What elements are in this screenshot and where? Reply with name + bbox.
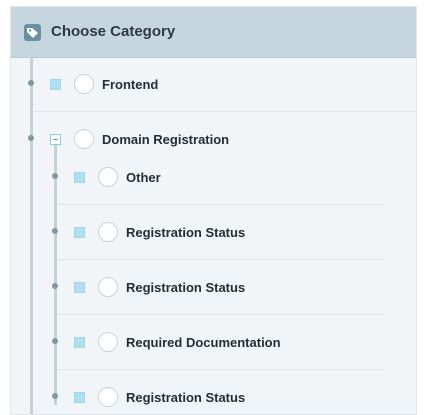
tree-node-dot (52, 283, 58, 289)
registration-status-radio[interactable] (98, 387, 118, 407)
tree-item-label: Registration Status (126, 280, 246, 295)
tree-item-label: Registration Status (126, 225, 246, 240)
required-documentation-radio[interactable] (98, 332, 118, 352)
panel-header: Choose Category (11, 7, 416, 58)
tree-item-label: Registration Status (126, 390, 246, 405)
row-divider (33, 111, 416, 112)
tree-item-label: Required Documentation (126, 335, 281, 350)
other-checkbox[interactable] (74, 172, 85, 183)
registration-status-radio[interactable] (98, 277, 118, 297)
row-divider (57, 259, 384, 260)
tree-node-dot (28, 135, 34, 141)
row-divider (57, 369, 384, 370)
row-divider (57, 314, 384, 315)
required-documentation-checkbox[interactable] (74, 337, 85, 348)
registration-status-checkbox[interactable] (74, 392, 85, 403)
domain-registration-radio[interactable] (74, 129, 94, 149)
tree-node-dot (52, 173, 58, 179)
registration-status-radio[interactable] (98, 222, 118, 242)
tree-line-children (54, 145, 57, 405)
frontend-radio[interactable] (74, 74, 94, 94)
other-radio[interactable] (98, 167, 118, 187)
tree-node-dot (52, 228, 58, 234)
tree-node-dot (52, 338, 58, 344)
row-divider (57, 204, 384, 205)
tree-node-dot (52, 393, 58, 399)
registration-status-checkbox[interactable] (74, 282, 85, 293)
panel-title: Choose Category (51, 23, 176, 40)
frontend-checkbox[interactable] (50, 79, 61, 90)
category-panel: Choose Category Frontend Domain Registra… (10, 6, 417, 415)
tag-icon (24, 24, 41, 41)
tree-item-label: Frontend (102, 77, 159, 92)
domain-registration-collapse-toggle[interactable] (50, 134, 61, 145)
registration-status-checkbox[interactable] (74, 227, 85, 238)
tree-item-label: Domain Registration (102, 132, 230, 147)
tree-node-dot (28, 80, 34, 86)
tree-item-label: Other (126, 170, 161, 185)
